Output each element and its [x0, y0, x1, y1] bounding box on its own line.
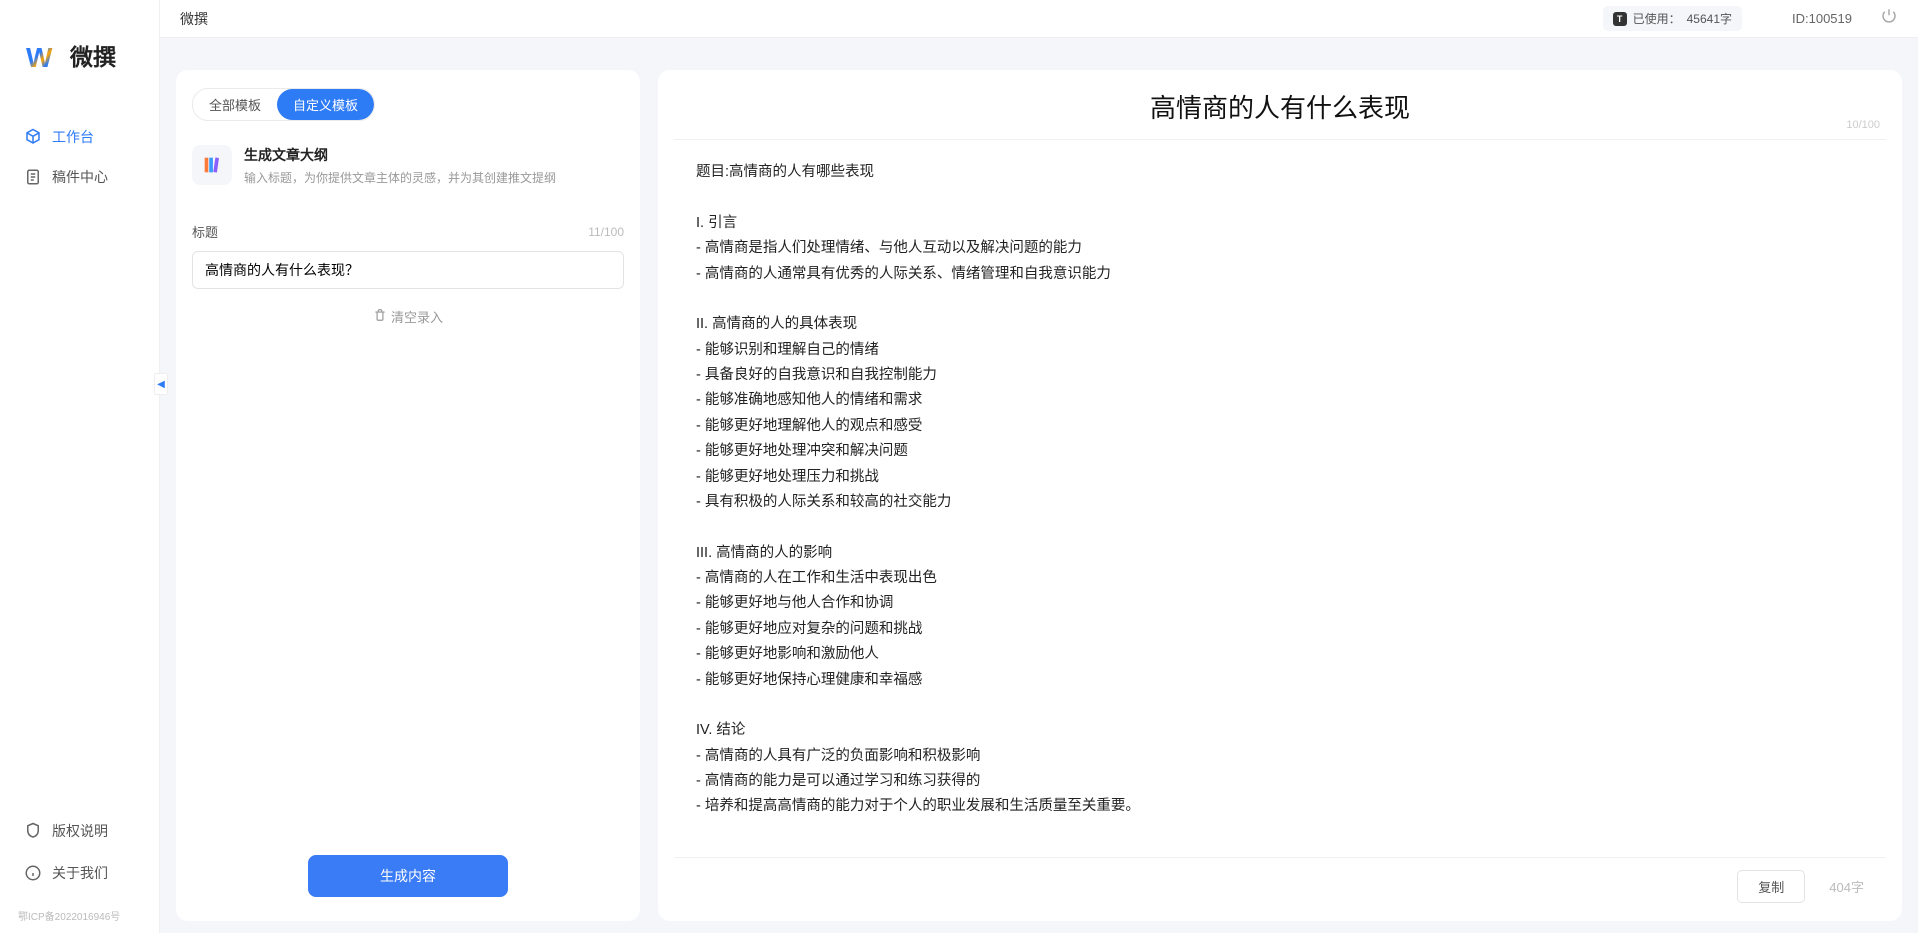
title-input[interactable] [192, 251, 624, 289]
doc-head: 高情商的人有什么表现 10/100 [674, 88, 1886, 140]
user-id: ID:100519 [1792, 11, 1852, 26]
nav-item-workbench[interactable]: 工作台 [18, 117, 141, 157]
main: 微撰 T 已使用： 45641字 ID:100519 全部模板 自定义模板 [160, 0, 1918, 933]
collapse-sidebar-button[interactable]: ◀ [154, 373, 168, 395]
nav-label: 工作台 [52, 127, 94, 147]
template-desc: 输入标题，为你提供文章主体的灵感，并为其创建推文提纲 [244, 169, 556, 186]
doc-icon [24, 168, 42, 186]
usage-value: 45641字 [1687, 10, 1732, 27]
logo-text: 微撰 [70, 38, 116, 72]
doc-title-count: 10/100 [1846, 119, 1880, 131]
cube-icon [24, 128, 42, 146]
logo-mark-icon: W [26, 42, 62, 68]
template-card: 生成文章大纲 输入标题，为你提供文章主体的灵感，并为其创建推文提纲 [192, 145, 624, 186]
logo: W 微撰 [0, 0, 159, 117]
books-icon [201, 154, 223, 176]
field-char-count: 11/100 [588, 225, 624, 239]
clear-label: 清空录入 [391, 307, 443, 326]
tab-all-templates[interactable]: 全部模板 [193, 89, 277, 120]
trash-icon [373, 308, 387, 325]
config-panel: 全部模板 自定义模板 生成文章大纲 输入标题，为你提供文章主体的灵感，并为其创建… [176, 70, 640, 921]
nav: 工作台 稿件中心 [0, 117, 159, 197]
topbar: 微撰 T 已使用： 45641字 ID:100519 [160, 0, 1918, 38]
template-icon [192, 145, 232, 185]
doc-title: 高情商的人有什么表现 [674, 88, 1886, 125]
footer-label: 关于我们 [52, 863, 108, 883]
output-panel: 高情商的人有什么表现 10/100 题目:高情商的人有哪些表现 I. 引言 - … [658, 70, 1902, 921]
usage-label: 已使用： [1633, 10, 1681, 27]
workspace: 全部模板 自定义模板 生成文章大纲 输入标题，为你提供文章主体的灵感，并为其创建… [160, 38, 1918, 933]
power-icon [1880, 7, 1898, 25]
template-title: 生成文章大纲 [244, 145, 556, 165]
tab-custom-templates[interactable]: 自定义模板 [277, 89, 374, 120]
field-label: 标题 [192, 222, 218, 241]
template-tabs: 全部模板 自定义模板 [192, 88, 375, 121]
footer-item-about[interactable]: 关于我们 [18, 852, 141, 894]
topbar-title: 微撰 [180, 9, 208, 29]
nav-item-docs[interactable]: 稿件中心 [18, 157, 141, 197]
clear-input-button[interactable]: 清空录入 [192, 307, 624, 326]
info-icon [24, 864, 42, 882]
footer-item-copyright[interactable]: 版权说明 [18, 810, 141, 852]
chevron-left-icon: ◀ [157, 379, 165, 390]
icp-text: 鄂ICP备2022016946号 [0, 904, 159, 933]
sidebar-footer: 版权说明 关于我们 [0, 810, 159, 904]
generate-button[interactable]: 生成内容 [308, 855, 508, 897]
doc-body[interactable]: 题目:高情商的人有哪些表现 I. 引言 - 高情商是指人们处理情绪、与他人互动以… [674, 140, 1886, 857]
usage-badge[interactable]: T 已使用： 45641字 [1603, 6, 1742, 31]
nav-label: 稿件中心 [52, 167, 108, 187]
footer-label: 版权说明 [52, 821, 108, 841]
power-button[interactable] [1880, 7, 1898, 30]
token-icon: T [1613, 12, 1627, 26]
doc-char-count: 404字 [1829, 877, 1864, 896]
sidebar: W 微撰 工作台 稿件中心 [0, 0, 160, 933]
shield-icon [24, 822, 42, 840]
doc-footer: 复制 404字 [674, 857, 1886, 907]
copy-button[interactable]: 复制 [1737, 870, 1805, 903]
